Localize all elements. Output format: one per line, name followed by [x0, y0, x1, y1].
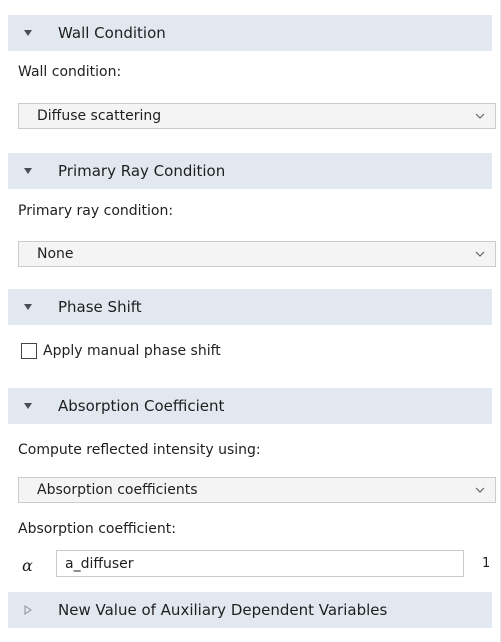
alpha-symbol: α: [22, 556, 33, 575]
triangle-down-icon: [23, 166, 33, 176]
phase-shift-checkbox-row[interactable]: Apply manual phase shift: [21, 341, 221, 361]
section-title: Wall Condition: [58, 24, 166, 42]
phase-shift-checkbox[interactable]: [21, 343, 37, 359]
primary-ray-condition-label: Primary ray condition:: [18, 203, 174, 219]
triangle-down-icon: [23, 28, 33, 38]
wall-condition-label: Wall condition:: [18, 64, 122, 80]
section-title: Primary Ray Condition: [58, 162, 226, 180]
absorption-coefficient-value: a_diffuser: [65, 555, 134, 572]
unit-label: 1: [482, 556, 491, 571]
section-header-absorption-coefficient[interactable]: Absorption Coefficient: [8, 388, 492, 424]
absorption-coefficient-label: Absorption coefficient:: [18, 521, 176, 537]
primary-ray-condition-select[interactable]: None: [18, 241, 496, 267]
section-header-primary-ray-condition[interactable]: Primary Ray Condition: [8, 153, 492, 189]
section-header-phase-shift[interactable]: Phase Shift: [8, 289, 492, 325]
compute-intensity-value: Absorption coefficients: [37, 482, 198, 498]
chevron-down-icon: [475, 110, 487, 122]
section-title: Phase Shift: [58, 298, 142, 316]
section-header-auxiliary-variables[interactable]: New Value of Auxiliary Dependent Variabl…: [8, 592, 492, 628]
wall-condition-select[interactable]: Diffuse scattering: [18, 103, 496, 129]
triangle-down-icon: [23, 401, 33, 411]
settings-panel: Wall Condition Wall condition: Diffuse s…: [0, 0, 501, 642]
chevron-down-icon: [475, 248, 487, 260]
chevron-down-icon: [475, 484, 487, 496]
primary-ray-condition-value: None: [37, 246, 74, 262]
triangle-down-icon: [23, 302, 33, 312]
absorption-coefficient-input[interactable]: a_diffuser: [56, 550, 464, 577]
section-title: Absorption Coefficient: [58, 397, 225, 415]
phase-shift-checkbox-label: Apply manual phase shift: [43, 343, 221, 359]
compute-intensity-label: Compute reflected intensity using:: [18, 442, 261, 458]
section-title: New Value of Auxiliary Dependent Variabl…: [58, 601, 388, 619]
triangle-right-icon: [23, 605, 33, 615]
wall-condition-value: Diffuse scattering: [37, 108, 162, 124]
section-header-wall-condition[interactable]: Wall Condition: [8, 15, 492, 51]
compute-intensity-select[interactable]: Absorption coefficients: [18, 477, 496, 503]
